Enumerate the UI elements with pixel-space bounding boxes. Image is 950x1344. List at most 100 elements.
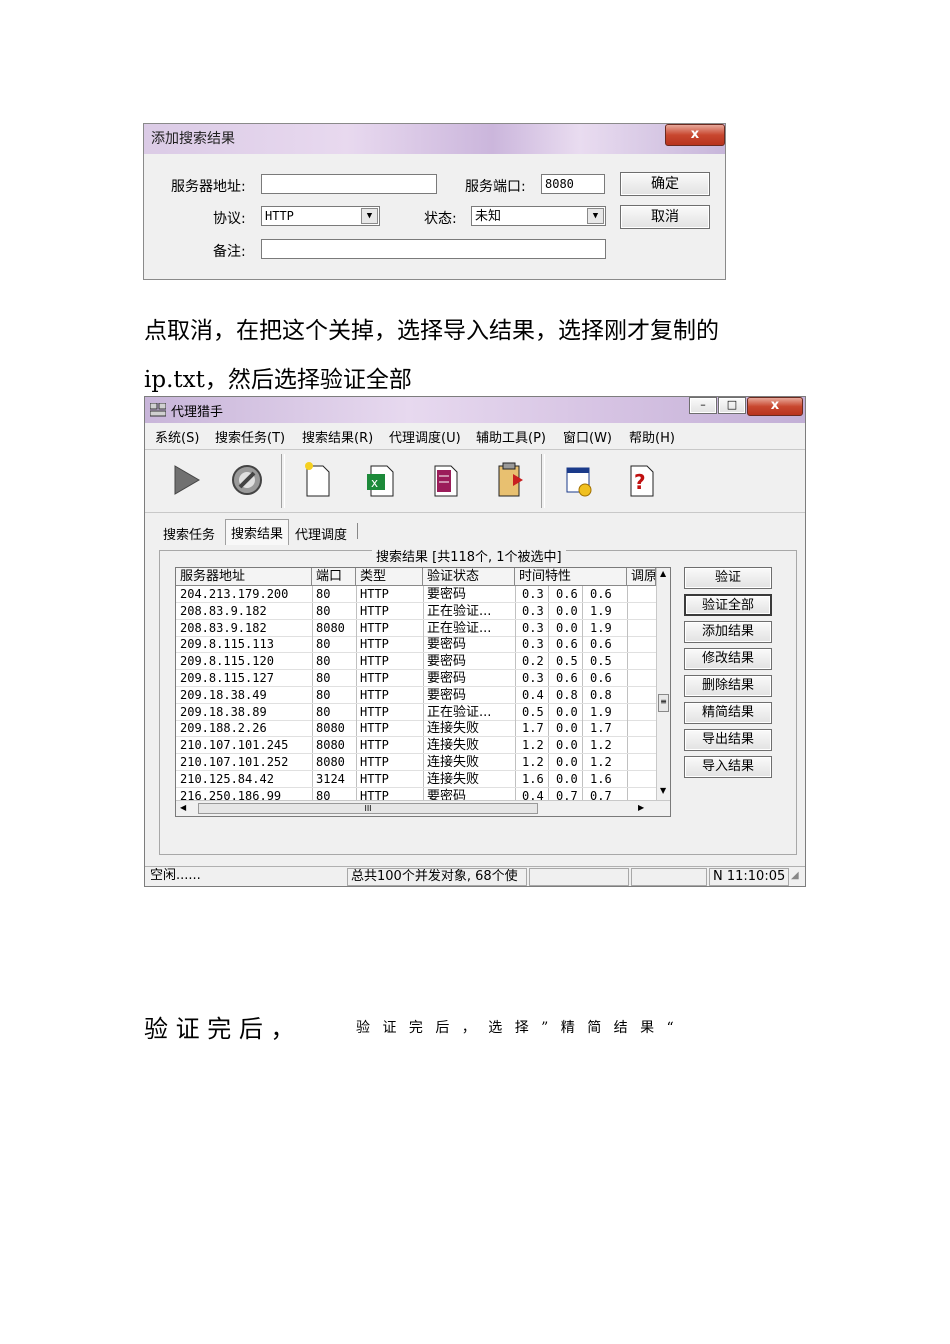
maximize-button[interactable]: □: [718, 397, 746, 414]
help-icon[interactable]: ?: [623, 460, 659, 500]
clipboard-import-icon[interactable]: [491, 460, 527, 500]
service-port-input[interactable]: 8080: [541, 174, 605, 194]
cell-status: 正在验证...: [427, 704, 492, 720]
table-row[interactable]: 209.18.38.49 80 HTTP 要密码 0.4 0.8 0.8: [176, 686, 656, 704]
cell-type: HTTP: [360, 654, 389, 669]
column-header-timing[interactable]: 时间特性: [515, 568, 627, 586]
edit-result-button[interactable]: 修改结果: [684, 648, 772, 670]
add-result-button[interactable]: 添加结果: [684, 621, 772, 643]
table-row[interactable]: 208.83.9.182 8080 HTTP 正在验证... 0.3 0.0 1.9: [176, 619, 656, 637]
column-header-status[interactable]: 验证状态: [423, 568, 515, 586]
menu-help[interactable]: 帮助(H): [629, 427, 675, 446]
table-row[interactable]: 210.107.101.252 8080 HTTP 连接失败 1.2 0.0 1.2: [176, 754, 656, 771]
minimize-button[interactable]: –: [689, 397, 717, 414]
column-divider: [356, 754, 357, 771]
results-table[interactable]: 服务器地址 端口 类型 验证状态 时间特性 调原 204.213.179.200…: [175, 567, 671, 817]
protocol-select[interactable]: HTTP ▼: [261, 206, 380, 226]
scroll-down-icon[interactable]: ▼: [660, 786, 666, 795]
column-divider: [548, 754, 549, 771]
scroll-thumb[interactable]: ≡: [658, 694, 669, 712]
chevron-down-icon[interactable]: ▼: [587, 208, 604, 224]
column-divider: [515, 619, 516, 637]
delete-result-button[interactable]: 删除结果: [684, 675, 772, 697]
table-row[interactable]: 204.213.179.200 80 HTTP 要密码 0.3 0.6 0.6: [176, 586, 656, 603]
verify-all-button[interactable]: 验证全部: [684, 594, 772, 616]
cell-status: 要密码: [427, 687, 467, 703]
column-divider: [582, 754, 583, 771]
instruction-line-2: ip.txt，然后选择验证全部: [144, 367, 412, 393]
cell-status: 连接失败: [427, 738, 480, 754]
stop-icon[interactable]: [229, 460, 265, 500]
column-divider: [356, 602, 357, 620]
menu-search-result[interactable]: 搜索结果(R): [302, 427, 373, 446]
menu-window[interactable]: 窗口(W): [563, 427, 612, 446]
scroll-right-icon[interactable]: ▶: [638, 803, 644, 812]
tab-strip: 搜索任务 搜索结果 代理调度: [145, 519, 805, 545]
cancel-button[interactable]: 取消: [620, 205, 710, 229]
tab-search-task[interactable]: 搜索任务: [163, 524, 215, 543]
vertical-scrollbar[interactable]: ▲ ≡ ▼: [656, 568, 670, 800]
column-divider: [515, 737, 516, 755]
column-divider: [356, 737, 357, 755]
cell-type: HTTP: [360, 587, 389, 601]
column-divider: [423, 754, 424, 771]
table-row[interactable]: 210.107.101.245 8080 HTTP 连接失败 1.2 0.0 1.2: [176, 737, 656, 755]
resize-grip-icon[interactable]: ◢: [791, 870, 799, 881]
column-divider: [582, 720, 583, 738]
cell-port: 80: [316, 687, 331, 702]
status-select[interactable]: 未知 ▼: [471, 206, 606, 226]
horizontal-scrollbar[interactable]: ◀ III ▶: [176, 800, 670, 816]
column-divider: [548, 686, 549, 704]
menu-search-task[interactable]: 搜索任务(T): [215, 427, 285, 446]
column-divider: [515, 686, 516, 704]
new-document-icon[interactable]: [299, 460, 335, 500]
column-divider: [627, 686, 628, 704]
dialog-close-button[interactable]: x: [665, 124, 725, 146]
menu-proxy-schedule[interactable]: 代理调度(U): [389, 427, 461, 446]
simplify-result-button[interactable]: 精简结果: [684, 702, 772, 724]
scroll-up-icon[interactable]: ▲: [660, 569, 666, 578]
table-row[interactable]: 208.83.9.182 80 HTTP 正在验证... 0.3 0.0 1.9: [176, 602, 656, 620]
table-row[interactable]: 209.188.2.26 8080 HTTP 连接失败 1.7 0.0 1.7: [176, 720, 656, 738]
note-input[interactable]: [261, 239, 606, 259]
excel-export-icon[interactable]: x: [363, 460, 399, 500]
column-divider: [312, 720, 313, 738]
column-divider: [548, 636, 549, 654]
table-row[interactable]: 209.8.115.127 80 HTTP 要密码 0.3 0.6 0.6: [176, 670, 656, 687]
column-divider: [548, 770, 549, 788]
table-row[interactable]: 209.18.38.89 80 HTTP 正在验证... 0.5 0.0 1.9: [176, 703, 656, 721]
cell-t2: 0.6: [556, 671, 578, 685]
cell-status: 要密码: [427, 671, 467, 686]
play-icon[interactable]: [169, 460, 205, 500]
column-divider: [515, 602, 516, 620]
ok-button[interactable]: 确定: [620, 172, 710, 196]
tab-search-result[interactable]: 搜索结果: [225, 519, 290, 545]
cell-type: HTTP: [360, 771, 389, 786]
column-header-schedule[interactable]: 调原: [627, 568, 656, 586]
cell-port: 80: [316, 587, 331, 601]
column-header-address[interactable]: 服务器地址: [176, 568, 312, 586]
export-result-button[interactable]: 导出结果: [684, 729, 772, 751]
import-result-button[interactable]: 导入结果: [684, 756, 772, 778]
chevron-down-icon[interactable]: ▼: [361, 208, 378, 224]
report-document-icon[interactable]: [427, 460, 463, 500]
verify-button[interactable]: 验证: [684, 567, 772, 589]
table-row[interactable]: 209.8.115.113 80 HTTP 要密码 0.3 0.6 0.6: [176, 636, 656, 654]
table-row[interactable]: 209.8.115.120 80 HTTP 要密码 0.2 0.5 0.5: [176, 653, 656, 671]
column-header-type[interactable]: 类型: [356, 568, 423, 586]
tab-proxy-schedule[interactable]: 代理调度: [295, 524, 347, 543]
cell-t3: 1.9: [590, 603, 612, 618]
settings-window-icon[interactable]: [561, 460, 597, 500]
cell-t1: 0.3: [522, 671, 544, 685]
menu-system[interactable]: 系统(S): [155, 427, 199, 446]
table-row[interactable]: 210.125.84.42 3124 HTTP 连接失败 1.6 0.0 1.6: [176, 770, 656, 788]
scroll-left-icon[interactable]: ◀: [180, 803, 186, 812]
note-label: 备注:: [213, 244, 246, 260]
column-divider: [548, 737, 549, 755]
server-address-input[interactable]: [261, 174, 437, 194]
window-close-button[interactable]: x: [747, 397, 803, 416]
column-divider: [356, 670, 357, 687]
column-header-port[interactable]: 端口: [312, 568, 356, 586]
hscroll-thumb[interactable]: III: [198, 803, 538, 814]
menu-tools[interactable]: 辅助工具(P): [476, 427, 546, 446]
